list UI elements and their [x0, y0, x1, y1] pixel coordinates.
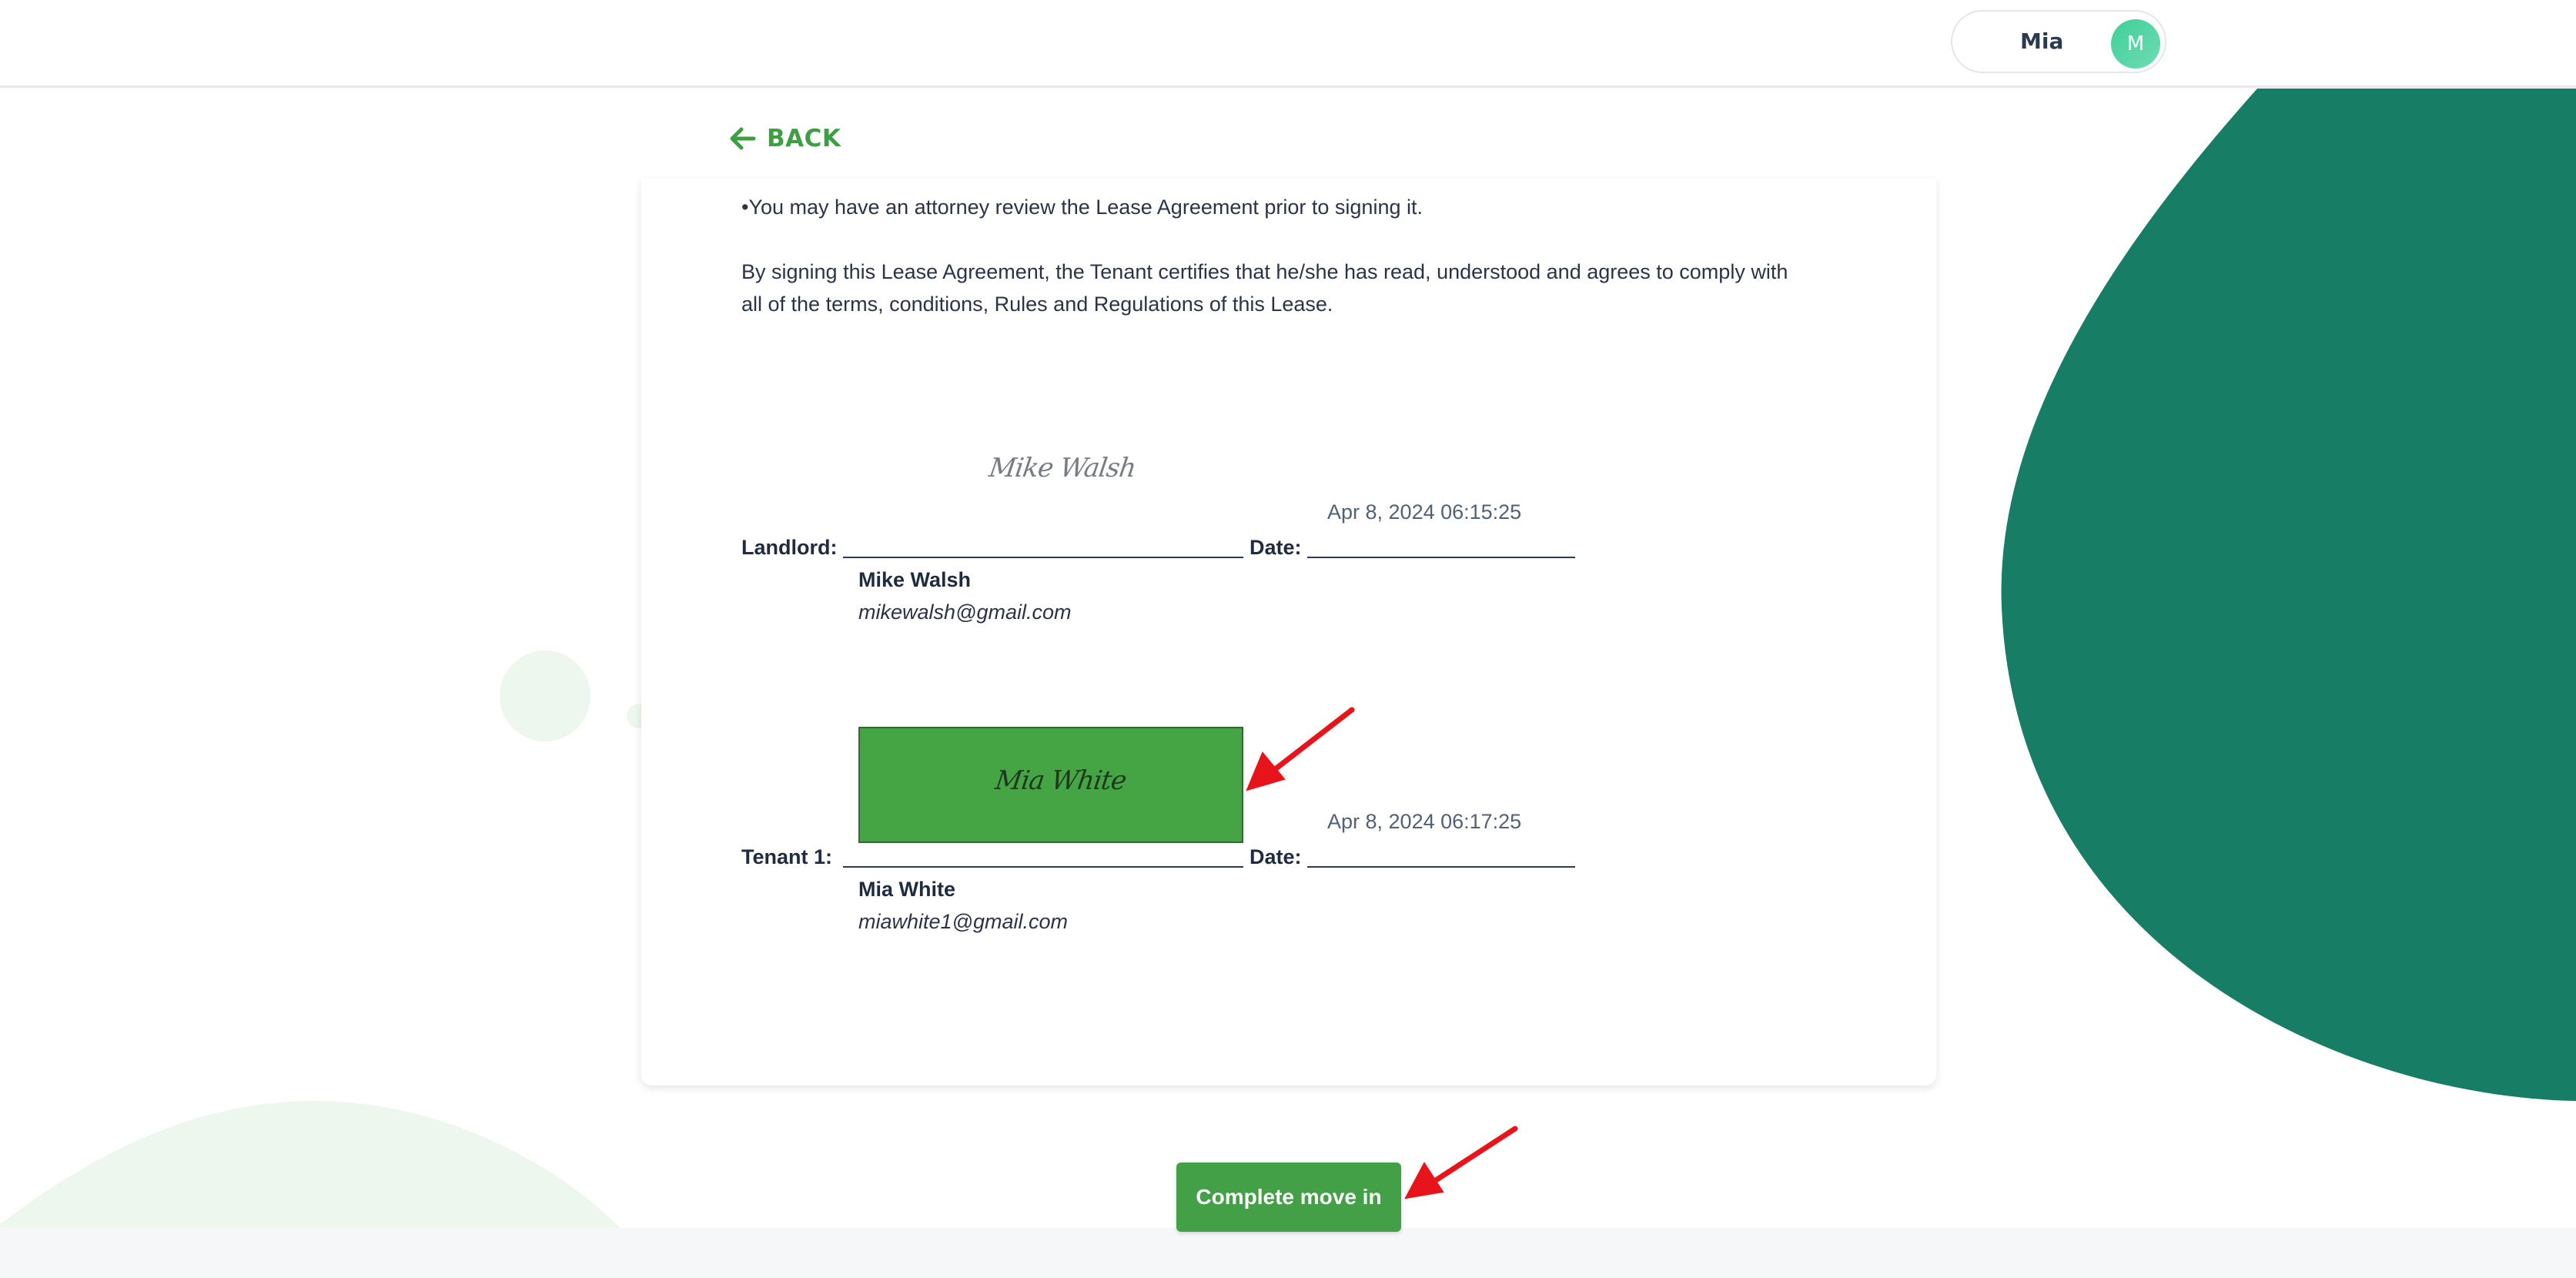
- tenant-signature-image: Mia White: [993, 765, 1129, 796]
- landlord-label: Landlord:: [741, 536, 838, 559]
- landlord-email: mikewalsh@gmail.com: [858, 601, 1072, 624]
- back-label: BACK: [767, 125, 841, 152]
- tenant-sign-date: Apr 8, 2024 06:17:25: [1327, 810, 1522, 833]
- tenant-date-line: [1307, 866, 1575, 868]
- doc-line-certify-1: By signing this Lease Agreement, the Ten…: [741, 260, 1788, 283]
- tenant-signature-box[interactable]: Mia White: [858, 727, 1243, 843]
- teal-blob: [2001, 89, 2576, 1101]
- tenant-label: Tenant 1:: [741, 845, 833, 868]
- light-green-circle: [500, 651, 590, 741]
- landlord-sign-date: Apr 8, 2024 06:15:25: [1327, 500, 1522, 524]
- landlord-signature-line: [843, 557, 1243, 558]
- user-menu[interactable]: Mia M: [1951, 10, 2166, 73]
- landlord-date-line: [1307, 557, 1575, 558]
- arrow-left-icon: [730, 127, 756, 150]
- lease-document-card: •You may have an attorney review the Lea…: [641, 179, 1936, 1086]
- tenant-email: miawhite1@gmail.com: [858, 910, 1068, 933]
- complete-move-in-button[interactable]: Complete move in: [1176, 1163, 1401, 1232]
- tenant-signature-line: [843, 866, 1243, 868]
- landlord-signature-image: Mike Walsh: [987, 453, 1138, 483]
- landlord-date-label: Date:: [1250, 536, 1302, 559]
- landlord-name: Mike Walsh: [858, 568, 972, 591]
- tenant-name: Mia White: [858, 878, 955, 901]
- top-header: Mia M: [0, 0, 2576, 88]
- user-name: Mia: [2020, 28, 2064, 54]
- avatar[interactable]: M: [2111, 19, 2160, 69]
- doc-line-certify-2: all of the terms, conditions, Rules and …: [741, 293, 1333, 316]
- bottom-fade: [0, 1228, 2576, 1278]
- doc-line-attorney: •You may have an attorney review the Lea…: [741, 196, 1423, 219]
- back-link[interactable]: BACK: [730, 119, 841, 158]
- tenant-date-label: Date:: [1250, 845, 1302, 868]
